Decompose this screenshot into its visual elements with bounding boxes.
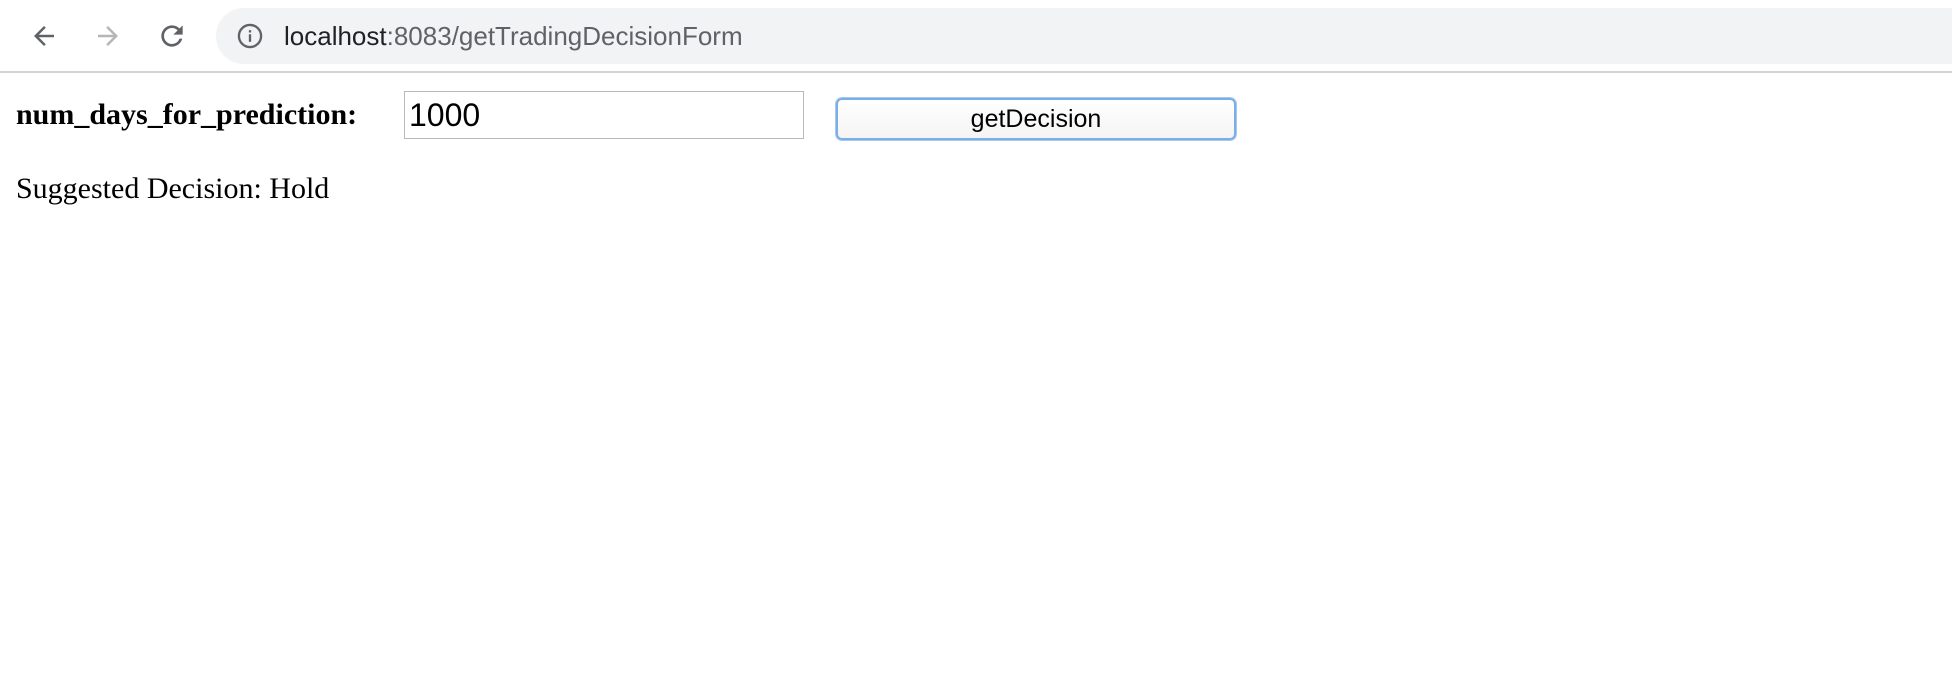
address-bar[interactable]: localhost:8083/getTradingDecisionForm — [216, 8, 1952, 64]
url-path: :8083/getTradingDecisionForm — [386, 21, 743, 51]
url-host: localhost — [284, 21, 387, 51]
get-decision-button[interactable]: getDecision — [836, 98, 1236, 140]
num-days-label: num_days_for_prediction: — [16, 98, 358, 131]
suggested-decision-text: Suggested Decision: Hold — [16, 172, 330, 205]
arrow-left-icon — [29, 21, 59, 51]
info-icon[interactable] — [236, 22, 264, 50]
back-button[interactable] — [21, 14, 67, 58]
num-days-input[interactable] — [404, 91, 804, 139]
reload-button[interactable] — [149, 14, 195, 58]
arrow-right-icon — [93, 21, 123, 51]
reload-icon — [156, 20, 188, 52]
page-content: num_days_for_prediction: getDecision Sug… — [0, 75, 1952, 674]
url-text[interactable]: localhost:8083/getTradingDecisionForm — [284, 21, 743, 51]
browser-toolbar: localhost:8083/getTradingDecisionForm — [0, 0, 1952, 73]
forward-button[interactable] — [85, 14, 131, 58]
